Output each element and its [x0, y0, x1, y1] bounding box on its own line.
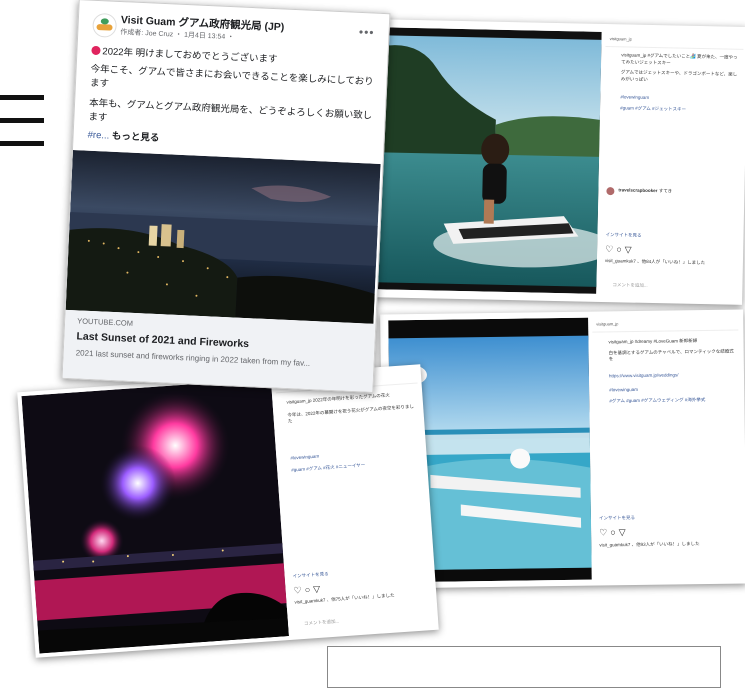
- comment-icon[interactable]: ○: [616, 244, 625, 254]
- hashtag-links[interactable]: #guam #グアム #花火 #ニューイヤー: [291, 459, 419, 474]
- link-domain: YOUTUBE.COM: [76, 316, 134, 328]
- link-title[interactable]: Last Sunset of 2021 and Fireworks: [76, 330, 249, 350]
- share-icon[interactable]: ▽: [619, 527, 629, 537]
- instagram-post-wedding: visitguam_jp visitguam_jp #dreamy #LoveG…: [380, 309, 745, 589]
- instagram-post-fireworks: visitguam_jp visitguam_jp 2022年の年明けを彩ったグ…: [17, 364, 439, 658]
- caption: visitguam_jp #グアムでしたいこと🏄‍♀️ 夏が来た、一度やってみた…: [621, 52, 738, 65]
- heart-icon[interactable]: ♡: [293, 585, 305, 596]
- hamburger-menu-icon[interactable]: [0, 95, 46, 151]
- avatar[interactable]: [606, 187, 615, 196]
- heart-icon[interactable]: ♡: [599, 527, 610, 537]
- facebook-post: Visit Guam グアム政府観光局 (JP) 作成者: Joe Cruz ・…: [61, 0, 391, 393]
- body-text: グアムではジェットスキーや、ドラゴンボートなど、楽しみがいっぱい: [620, 69, 738, 82]
- comment-input[interactable]: コメントを追加...: [612, 282, 647, 289]
- body-text: 今年は、2022年の幕開けを祝う花火がグアムの夜空を彩りました: [287, 403, 414, 424]
- insights-link[interactable]: インサイトを見る: [599, 515, 635, 522]
- instagram-post-jetski: visitguam_jp visitguam_jp #グアムでしたいこと🏄‍♀️…: [364, 19, 745, 305]
- insights-link[interactable]: インサイトを見る: [293, 571, 329, 580]
- jetski-photo: [372, 27, 602, 294]
- comment-icon[interactable]: ○: [610, 527, 619, 537]
- hashtag[interactable]: #lovewinguam: [609, 386, 735, 394]
- fireworks-photo: [21, 378, 289, 654]
- empty-text-box: [327, 646, 721, 688]
- caption: visitguam_jp #dreamy #LoveGuam 新郎新婦: [608, 338, 698, 345]
- hashtag-links[interactable]: #guam #グアム #ジェットスキー: [620, 105, 738, 114]
- comment-user[interactable]: travelscrapbooker: [618, 187, 657, 193]
- body-text: 白を基調とするグアムのチャペルで、ロマンティックな結婚式を: [608, 348, 734, 362]
- sunset-video-thumbnail[interactable]: [65, 150, 381, 324]
- comment-input[interactable]: コメントを追加...: [304, 619, 340, 628]
- see-more-link[interactable]: もっと見る: [112, 131, 160, 144]
- url-link[interactable]: https://www.visitguam.jp/weddings/: [609, 371, 735, 379]
- hashtag-link[interactable]: #re...: [87, 130, 109, 142]
- hashtag[interactable]: #lovewinguam: [620, 94, 738, 103]
- likes-text: visit_guamkuk7 、他84人が「いいね！」しました: [604, 258, 706, 266]
- page-avatar[interactable]: [92, 12, 118, 38]
- account-name[interactable]: visitguam_jp: [596, 321, 618, 326]
- link-description: 2021 last sunset and fireworks ringing i…: [75, 348, 311, 368]
- comment-text: すてき: [658, 188, 673, 194]
- share-icon[interactable]: ▽: [313, 584, 324, 595]
- account-name[interactable]: visitguam_jp: [610, 36, 632, 41]
- ellipsis-icon[interactable]: •••: [359, 25, 375, 40]
- red-heart-icon: [91, 45, 101, 56]
- hashtag-links[interactable]: #グアム #guam #グアムウェディング #海外挙式: [609, 396, 735, 404]
- likes-text: visit_guamkuk7 、他93人が「いいね！」しました: [599, 541, 700, 548]
- heart-icon[interactable]: ♡: [605, 244, 616, 254]
- share-icon[interactable]: ▽: [625, 244, 635, 254]
- insights-link[interactable]: インサイトを見る: [605, 232, 641, 239]
